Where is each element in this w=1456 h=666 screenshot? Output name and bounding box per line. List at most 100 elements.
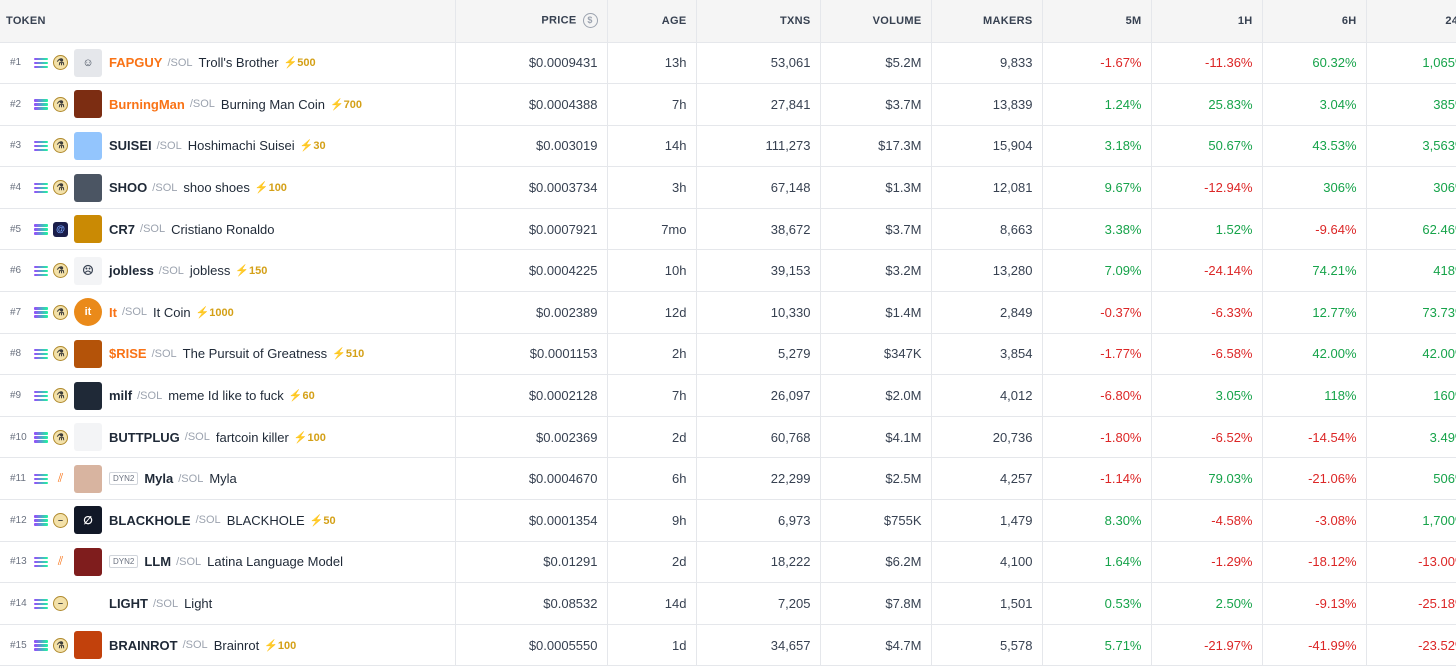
col-5m[interactable]: 5M (1042, 0, 1152, 43)
txns-cell: 27,841 (696, 83, 821, 126)
token-symbol: LLM (144, 554, 172, 570)
token-cell[interactable]: #1 ⚗ ☺ FAPGUY/SOL Troll's Brother ⚡500 (0, 42, 456, 85)
token-name: Burning Man Coin (220, 96, 325, 112)
change-m5-cell: 8.30% (1042, 499, 1152, 542)
token-symbol: BurningMan (109, 96, 185, 112)
change-h1-cell: -6.58% (1151, 333, 1263, 376)
change-h24-cell: 62.46% (1366, 208, 1456, 251)
table-row[interactable]: #12 – ∅ BLACKHOLE/SOL BLACKHOLE ⚡50 $0.0001354… (0, 499, 1456, 542)
table-row[interactable]: #5 @ CR7/SOL Cristiano Ronaldo $0.0007921 7mo… (0, 208, 1456, 251)
solana-icon (34, 514, 48, 526)
table-row[interactable]: #14 – LIGHT/SOL Light $0.08532 14d 7,205 $7.8M 1… (0, 582, 1456, 625)
token-name: Cristiano Ronaldo (171, 221, 275, 237)
change-m5-cell: 0.53% (1042, 582, 1152, 625)
dyn-badge: DYN2 (109, 555, 139, 569)
price-cell: $0.002389 (455, 291, 608, 334)
boost-badge: ⚡700 (329, 98, 363, 111)
change-h24-cell: 42.00% (1366, 333, 1456, 376)
price-cell: $0.0002128 (455, 374, 608, 417)
quote-token: /SOL (156, 139, 182, 152)
token-cell[interactable]: #4 ⚗ SHOO/SOL shoo shoes ⚡100 (0, 166, 456, 209)
col-age[interactable]: AGE (607, 0, 697, 43)
change-h24-cell: 73.73% (1366, 291, 1456, 334)
table-row[interactable]: #8 ⚗ $RISE/SOL The Pursuit of Greatness ⚡510… (0, 333, 1456, 376)
col-makers[interactable]: MAKERS (931, 0, 1043, 43)
token-cell[interactable]: #10 ⚗ BUTTPLUG/SOL fartcoin killer ⚡100 (0, 416, 456, 459)
quote-token: /SOL (184, 431, 210, 444)
boost-badge: ⚡1000 (195, 306, 234, 319)
table-row[interactable]: #9 ⚗ milf/SOL meme Id like to fuck ⚡60 $0.000… (0, 374, 1456, 417)
table-row[interactable]: #13 ⫽ DYN2 LLM/SOL Latina Language Model $0.0… (0, 541, 1456, 584)
change-h1-cell: -24.14% (1151, 249, 1263, 293)
change-h6-cell: 60.32% (1262, 42, 1367, 85)
change-m5-cell: 1.24% (1042, 83, 1152, 126)
token-cell[interactable]: #6 ⚗ ☹ jobless/SOL jobless ⚡150 (0, 249, 456, 293)
table-row[interactable]: #3 ⚗ SUISEI/SOL Hoshimachi Suisei ⚡30 $0.0030… (0, 125, 1456, 168)
token-cell[interactable]: #2 ⚗ BurningMan/SOL Burning Man Coin ⚡700 (0, 83, 456, 126)
quote-token: /SOL (121, 306, 148, 319)
avatar (74, 590, 102, 618)
token-cell[interactable]: #8 ⚗ $RISE/SOL The Pursuit of Greatness ⚡510 (0, 333, 456, 376)
txns-cell: 60,768 (696, 416, 821, 459)
col-volume[interactable]: VOLUME (820, 0, 932, 43)
table-row[interactable]: #4 ⚗ SHOO/SOL shoo shoes ⚡100 $0.0003734 3h 67,… (0, 166, 1456, 209)
col-price[interactable]: PRICE $ (455, 0, 608, 43)
token-cell[interactable]: #14 – LIGHT/SOL Light (0, 582, 456, 625)
token-cell[interactable]: #9 ⚗ milf/SOL meme Id like to fuck ⚡60 (0, 374, 456, 417)
token-cell[interactable]: #5 @ CR7/SOL Cristiano Ronaldo (0, 208, 456, 251)
age-cell: 7h (607, 83, 697, 126)
token-cell[interactable]: #12 – ∅ BLACKHOLE/SOL BLACKHOLE ⚡50 (0, 499, 456, 542)
col-24h[interactable]: 24H (1366, 0, 1456, 43)
token-cell[interactable]: #15 ⚗ BRAINROT/SOL Brainrot ⚡100 (0, 624, 456, 666)
table-row[interactable]: #1 ⚗ ☺ FAPGUY/SOL Troll's Brother ⚡500 $0.0009… (0, 42, 1456, 85)
token-symbol: Myla (144, 471, 174, 487)
volume-cell: $1.4M (820, 291, 932, 334)
change-h24-cell: -13.00% (1366, 541, 1456, 584)
pill-icon: – (53, 596, 68, 612)
token-cell[interactable]: #3 ⚗ SUISEI/SOL Hoshimachi Suisei ⚡30 (0, 125, 456, 168)
volume-cell: $755K (820, 499, 932, 542)
avatar (74, 381, 102, 410)
txns-cell: 38,672 (696, 208, 821, 251)
dyn-badge: DYN2 (109, 472, 139, 486)
table-row[interactable]: #7 ⚗ it It/SOL It Coin ⚡1000 $0.002389 12d 10,33… (0, 291, 1456, 334)
token-cell[interactable]: #7 ⚗ it It/SOL It Coin ⚡1000 (0, 291, 456, 334)
col-1h[interactable]: 1H (1151, 0, 1263, 43)
table-body: #1 ⚗ ☺ FAPGUY/SOL Troll's Brother ⚡500 $0.0009… (0, 42, 1456, 666)
pump-icon: ⚗ (53, 96, 68, 112)
table-row[interactable]: #2 ⚗ BurningMan/SOL Burning Man Coin ⚡700 $0.… (0, 83, 1456, 126)
table-row[interactable]: #11 ⫽ DYN2 Myla/SOL Myla $0.0004670 6h 22,299 $2… (0, 457, 1456, 501)
rank: #13 (10, 556, 27, 568)
avatar (74, 90, 102, 119)
pump-icon: ⚗ (53, 263, 68, 279)
quote-token: /SOL (189, 98, 215, 111)
solana-icon (34, 348, 48, 360)
table-row[interactable]: #15 ⚗ BRAINROT/SOL Brainrot ⚡100 $0.0005550 1d… (0, 624, 1456, 666)
col-txns[interactable]: TXNS (696, 0, 821, 43)
token-cell[interactable]: #13 ⫽ DYN2 LLM/SOL Latina Language Model (0, 541, 456, 584)
token-name: It Coin (153, 304, 191, 320)
change-h6-cell: 42.00% (1262, 333, 1367, 376)
rank: #5 (10, 223, 22, 235)
age-cell: 1d (607, 624, 697, 666)
table-row[interactable]: #6 ⚗ ☹ jobless/SOL jobless ⚡150 $0.0004225 10h 3… (0, 249, 1456, 293)
volume-cell: $7.8M (820, 582, 932, 625)
price-cell: $0.01291 (455, 541, 608, 584)
change-h1-cell: 25.83% (1151, 83, 1263, 126)
price-cell: $0.0004388 (455, 83, 608, 126)
change-m5-cell: -0.37% (1042, 291, 1152, 334)
token-cell[interactable]: #11 ⫽ DYN2 Myla/SOL Myla (0, 457, 456, 501)
dollar-icon[interactable]: $ (582, 13, 598, 29)
rank: #15 (10, 639, 27, 651)
age-cell: 7mo (607, 208, 697, 251)
col-token[interactable]: TOKEN (0, 0, 456, 43)
volume-cell: $4.1M (820, 416, 932, 459)
avatar (74, 173, 102, 202)
rank: #10 (10, 431, 27, 443)
quote-token: /SOL (176, 555, 202, 568)
col-6h[interactable]: 6H (1262, 0, 1367, 43)
age-cell: 7h (607, 374, 697, 417)
solana-icon (34, 431, 48, 443)
makers-cell: 8,663 (931, 208, 1043, 251)
table-row[interactable]: #10 ⚗ BUTTPLUG/SOL fartcoin killer ⚡100 $0.00… (0, 416, 1456, 459)
